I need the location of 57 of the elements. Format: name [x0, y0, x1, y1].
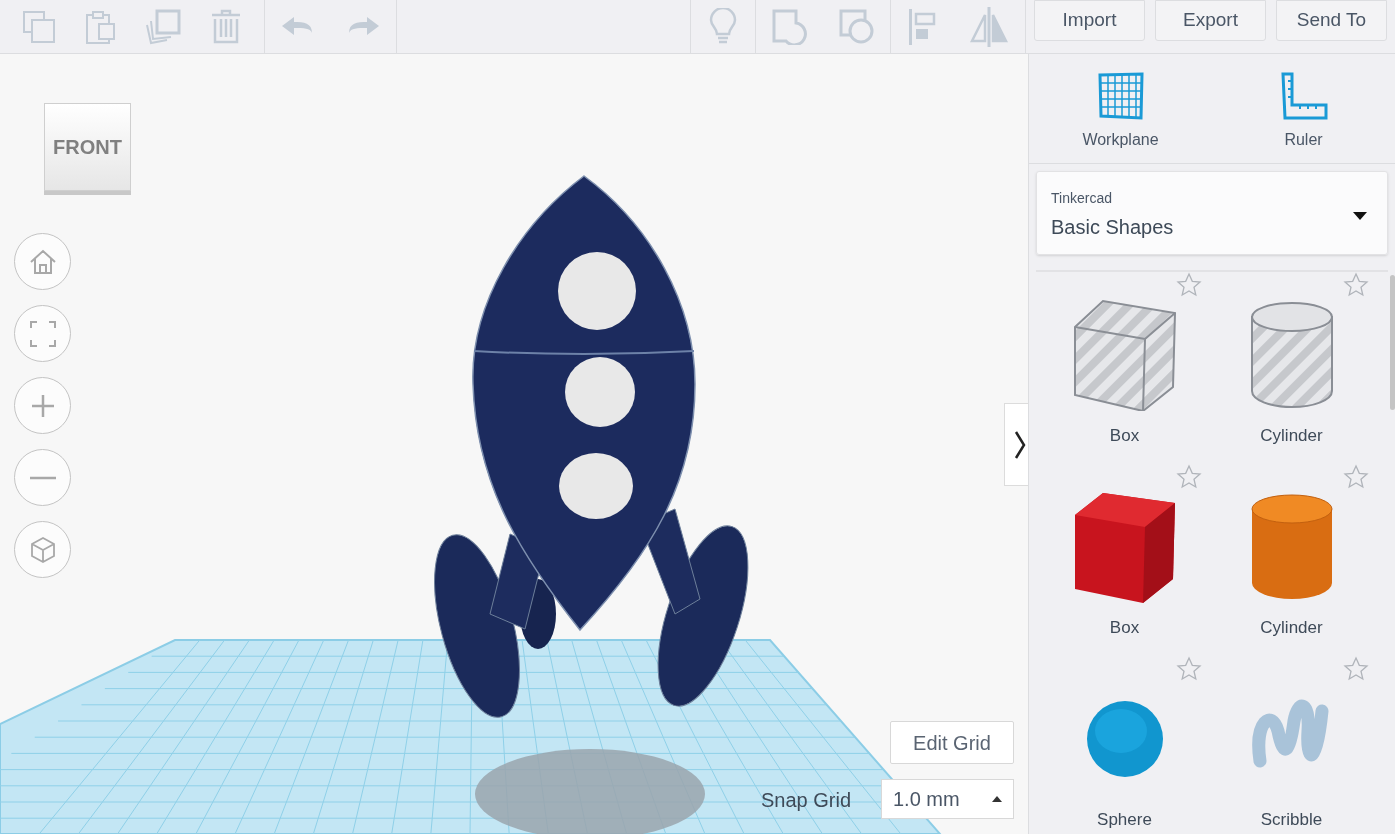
perspective-button[interactable] — [14, 521, 71, 578]
minus-icon — [29, 475, 56, 480]
snap-grid-label: Snap Grid — [761, 788, 852, 813]
snap-grid-dropdown[interactable]: 1.0 mm — [881, 779, 1014, 819]
star-icon[interactable] — [1343, 272, 1369, 298]
home-view-button[interactable] — [14, 233, 71, 290]
shape-item[interactable]: Cylinder — [1208, 258, 1375, 450]
star-icon[interactable] — [1343, 656, 1369, 682]
shape-item[interactable]: Box — [1041, 450, 1208, 642]
star-icon[interactable] — [1343, 464, 1369, 490]
lightbulb-icon[interactable] — [709, 7, 737, 46]
library-source-label: Tinkercad — [1051, 189, 1113, 208]
caret-icon — [992, 796, 1002, 802]
ruler-icon — [1279, 72, 1328, 120]
fit-view-button[interactable] — [14, 305, 71, 362]
scrollbar[interactable] — [1390, 275, 1395, 410]
mirror-icon[interactable] — [968, 6, 1009, 47]
ungroup-shapes-icon[interactable] — [838, 8, 875, 45]
star-icon[interactable] — [1176, 464, 1202, 490]
fit-view-icon — [29, 320, 56, 347]
sphere-icon — [1084, 698, 1165, 779]
plus-icon — [30, 393, 55, 418]
home-icon — [28, 248, 57, 275]
snap-grid-value: 1.0 mm — [893, 787, 960, 812]
solid-cylinder-icon — [1249, 492, 1334, 601]
export-button[interactable]: Export — [1155, 0, 1266, 41]
undo-icon[interactable] — [281, 16, 314, 37]
redo-icon[interactable] — [347, 16, 380, 37]
shape-item[interactable]: Sphere — [1041, 642, 1208, 834]
paste-icon[interactable] — [84, 9, 117, 44]
zoom-in-button[interactable] — [14, 377, 71, 434]
chevron-right-icon — [1014, 430, 1026, 459]
align-icon[interactable] — [907, 8, 936, 45]
copy-icon[interactable] — [22, 9, 57, 44]
trash-icon[interactable] — [209, 8, 242, 45]
group-shapes-icon[interactable] — [771, 8, 808, 45]
star-icon[interactable] — [1176, 272, 1202, 298]
shape-item[interactable]: Box — [1041, 258, 1208, 450]
ruler-tool[interactable]: Ruler — [1212, 54, 1395, 163]
send-to-button[interactable]: Send To — [1276, 0, 1387, 41]
edit-grid-button[interactable]: Edit Grid — [890, 721, 1014, 764]
library-selection: Basic Shapes — [1051, 215, 1174, 240]
striped-box-icon — [1072, 298, 1177, 411]
grid-icon — [1096, 72, 1145, 120]
panel-toggle-button[interactable] — [1004, 403, 1028, 486]
solid-box-icon — [1072, 490, 1177, 603]
shape-item[interactable]: Scribble — [1208, 642, 1375, 834]
shape-item[interactable]: Cylinder — [1208, 450, 1375, 642]
cube-icon — [28, 535, 57, 564]
duplicate-icon[interactable] — [145, 8, 182, 45]
caret-down-icon — [1353, 212, 1367, 220]
star-icon[interactable] — [1176, 656, 1202, 682]
import-button[interactable]: Import — [1034, 0, 1145, 41]
workplane-tool[interactable]: Workplane — [1029, 54, 1212, 163]
striped-cylinder-icon — [1249, 300, 1334, 409]
library-dropdown[interactable]: Tinkercad Basic Shapes — [1036, 171, 1388, 255]
zoom-out-button[interactable] — [14, 449, 71, 506]
